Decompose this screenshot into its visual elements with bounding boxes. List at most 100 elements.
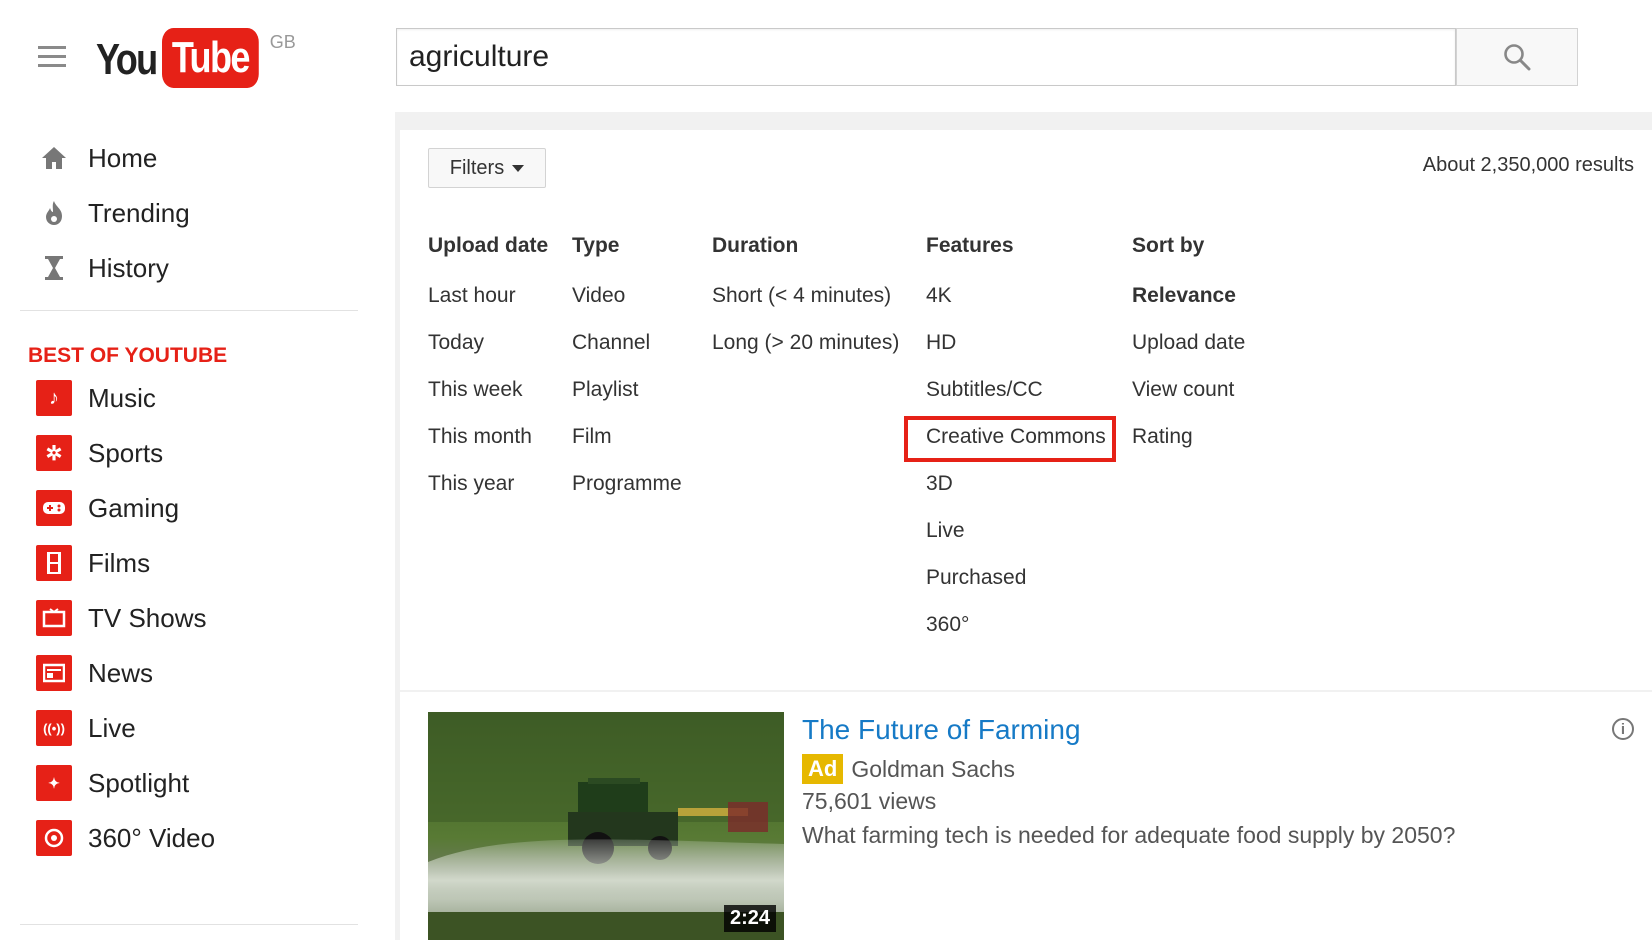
filters-button[interactable]: Filters [428,148,546,188]
sidebar-item-label: Home [88,142,158,173]
search-box [396,28,1456,86]
sidebar-item-home[interactable]: Home [0,132,380,184]
music-icon: ♪ [36,380,72,416]
filter-option-4k[interactable]: 4K [926,282,1106,329]
sidebar-divider [20,924,358,925]
youtube-logo[interactable]: You Tube GB [96,28,296,92]
tv-icon [36,600,72,636]
sort-option-rating[interactable]: Rating [1132,423,1245,470]
filter-option-this-week[interactable]: This week [428,376,548,423]
home-icon [36,140,72,176]
info-icon[interactable]: i [1612,718,1634,740]
spotlight-icon-tile: ✦ [36,765,72,801]
filter-column-sort-by: Sort by Relevance Upload date View count… [1132,232,1245,470]
filter-column-upload-date: Upload date Last hour Today This week Th… [428,232,548,517]
sidebar-item-trending[interactable]: Trending [0,187,380,239]
channel-name-link[interactable]: Goldman Sachs [851,756,1015,783]
filter-heading: Type [572,234,620,257]
sidebar-item-label: Sports [88,437,164,468]
filter-column-duration: Duration Short (< 4 minutes) Long (> 20 … [712,232,899,376]
live-icon: ((•)) [36,710,72,746]
films-icon [36,545,72,581]
sidebar-item-films[interactable]: Films [0,537,380,589]
filter-option-360[interactable]: 360° [926,611,1106,658]
filter-option-live[interactable]: Live [926,517,1106,564]
masthead: You Tube GB [0,0,1652,113]
filter-column-type: Type Video Channel Playlist Film Program… [572,232,682,517]
sidebar-item-label: Spotlight [88,767,190,798]
flame-icon [36,195,72,231]
creative-commons-highlight [904,416,1116,462]
sidebar-item-live[interactable]: ((•)) Live [0,702,380,754]
sidebar-item-spotlight[interactable]: ✦ Spotlight [0,757,380,809]
sidebar-item-label: Films [88,547,151,578]
filter-heading: Duration [712,234,799,257]
sidebar-item-news[interactable]: News [0,647,380,699]
filter-heading: Upload date [428,234,549,257]
filter-option-hd[interactable]: HD [926,329,1106,376]
sidebar-item-music[interactable]: ♪ Music [0,372,380,424]
sidebar-item-360-video[interactable]: 360° Video [0,812,380,864]
logo-tube-text: Tube [161,28,259,88]
logo-you-text: You [96,35,158,84]
filter-option-short[interactable]: Short (< 4 minutes) [712,282,899,329]
filter-option-film[interactable]: Film [572,423,682,470]
live-icon-tile: ((•)) [36,710,72,746]
sort-option-upload-date[interactable]: Upload date [1132,329,1245,376]
filter-option-today[interactable]: Today [428,329,548,376]
sidebar-item-sports[interactable]: ✲ Sports [0,427,380,479]
filter-option-this-month[interactable]: This month [428,423,548,470]
filter-option-purchased[interactable]: Purchased [926,564,1106,611]
music-icon-tile: ♪ [36,380,72,416]
filter-option-this-year[interactable]: This year [428,470,548,517]
sports-icon: ✲ [36,435,72,471]
filter-heading: Features [926,234,1014,257]
filter-option-video[interactable]: Video [572,282,682,329]
gaming-icon-tile [36,490,72,526]
ad-attribution: Ad Goldman Sachs [802,754,1015,784]
sidebar-item-tv-shows[interactable]: TV Shows [0,592,380,644]
results-count: About 2,350,000 results [1422,154,1634,176]
video-title-link[interactable]: The Future of Farming [802,714,1081,746]
filter-option-long[interactable]: Long (> 20 minutes) [712,329,899,376]
guide-sidebar: Home Trending History BEST OF YOUTUBE ♪ … [0,112,395,940]
gaming-icon [36,490,72,526]
search-input[interactable] [409,37,1439,77]
sidebar-item-label: History [88,252,169,283]
search-button[interactable] [1456,28,1578,86]
sort-option-view-count[interactable]: View count [1132,376,1245,423]
sidebar-item-gaming[interactable]: Gaming [0,482,380,534]
video-description: What farming tech is needed for adequate… [802,822,1456,848]
news-icon-tile [36,655,72,691]
360-video-icon [36,820,72,856]
hourglass-icon [36,250,72,286]
news-icon [36,655,72,691]
sports-icon-tile: ✲ [36,435,72,471]
caret-down-icon [512,164,525,172]
sidebar-item-label: Gaming [88,492,180,523]
filter-option-programme[interactable]: Programme [572,470,682,517]
sidebar-divider [20,310,358,311]
filter-option-channel[interactable]: Channel [572,329,682,376]
sort-option-relevance[interactable]: Relevance [1132,282,1245,329]
ad-badge: Ad [802,754,844,784]
logo-region-label: GB [269,32,296,52]
video-thumbnail[interactable]: 2:24 [428,712,784,940]
sidebar-item-label: Live [88,712,136,743]
search-icon [1504,44,1531,71]
tv-icon-tile [36,600,72,636]
guide-menu-icon[interactable] [38,46,66,70]
video-duration-badge: 2:24 [723,905,776,932]
sidebar-item-label: TV Shows [88,602,207,633]
view-count: 75,601 views [802,788,937,814]
spotlight-icon: ✦ [36,765,72,801]
sidebar-item-history[interactable]: History [0,242,380,294]
sidebar-item-label: 360° Video [88,822,216,853]
best-of-youtube-heading: BEST OF YOUTUBE [28,344,228,367]
filter-option-playlist[interactable]: Playlist [572,376,682,423]
filters-button-label: Filters [449,156,505,179]
sidebar-item-label: Music [88,382,156,413]
filter-option-last-hour[interactable]: Last hour [428,282,548,329]
filter-option-3d[interactable]: 3D [926,470,1106,517]
sidebar-item-label: Trending [88,197,190,228]
